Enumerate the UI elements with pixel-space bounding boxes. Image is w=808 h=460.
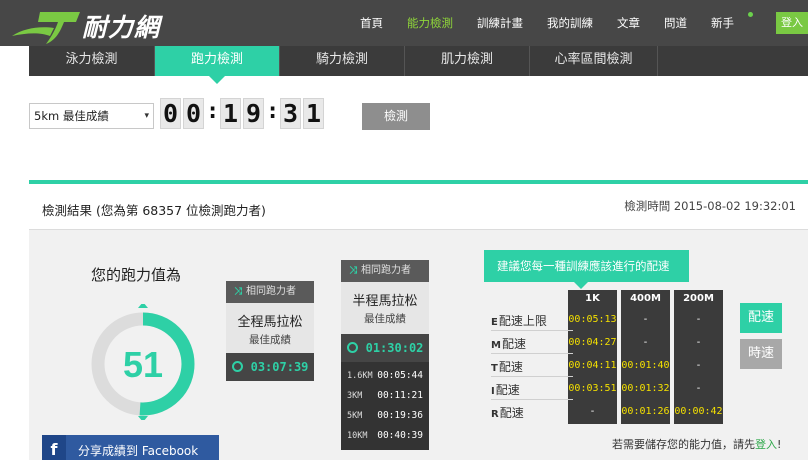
login-button[interactable]: 登入 xyxy=(776,12,808,34)
score-title: 您的跑力值為 xyxy=(91,266,182,284)
nav-item-0[interactable]: 首頁 xyxy=(360,0,383,46)
pace-cell: - xyxy=(642,314,649,325)
row-divider xyxy=(491,399,573,400)
nav-item-1[interactable]: 能力檢測 xyxy=(407,0,453,46)
pace-cell: 00:05:13 xyxy=(568,314,617,325)
pace-cell: - xyxy=(642,337,649,348)
score-gauge: 51 xyxy=(91,304,195,420)
pace-cell: - xyxy=(695,383,702,394)
run-test-button[interactable]: 檢測 xyxy=(362,103,430,130)
stopwatch-icon xyxy=(231,361,243,372)
result-header: 檢測結果 (您為第 68357 位檢測跑力者) 檢測時間 2015-08-02 … xyxy=(29,184,808,230)
half-marathon-card: ⤨ 相同跑力者 半程馬拉松 最佳成績 01:30:02 1.6KM 00:05:44… xyxy=(341,260,429,450)
card-body: 全程馬拉松 最佳成績 xyxy=(226,303,314,353)
hour-ones-digit[interactable]: 0 xyxy=(183,98,204,129)
card-finish-time: 01:30:02 xyxy=(341,334,429,362)
split-times: 1.6KM 00:05:44 3KM 00:11:21 5KM 00:19:36 10… xyxy=(341,362,429,450)
distance-select-value: 5km 最佳成績 xyxy=(34,109,109,123)
pace-advice-banner: 建議您每一種訓練應該進行的配速 xyxy=(484,250,689,289)
tab-heart-rate-test[interactable]: 心率區間檢測 xyxy=(530,46,658,76)
pace-cell: - xyxy=(695,337,702,348)
nav-item-6[interactable]: 新手 xyxy=(711,0,734,46)
minute-ones-digit[interactable]: 9 xyxy=(243,98,264,129)
unit-pace-button[interactable]: 配速 xyxy=(740,303,782,333)
pace-cell: 00:01:40 xyxy=(621,360,670,371)
score-value: 51 xyxy=(123,344,163,385)
share-facebook-button[interactable]: f 分享成績到 Facebook xyxy=(42,435,219,460)
pace-cell: 00:01:32 xyxy=(621,383,670,394)
tab-swim-test[interactable]: 泳力檢測 xyxy=(29,46,155,76)
pace-cell: 00:04:11 xyxy=(568,360,617,371)
caret-down-icon: ▾ xyxy=(144,111,149,121)
split-row: 3KM 00:11:21 xyxy=(347,390,423,401)
nav-item-5[interactable]: 問道 xyxy=(664,0,687,46)
main-nav: 首頁 能力檢測 訓練計畫 我的訓練 文章 問道 新手 xyxy=(360,0,758,46)
pace-col-1k: 1K xyxy=(568,290,617,308)
hour-tens-digit[interactable]: 0 xyxy=(160,98,181,129)
nav-item-3[interactable]: 我的訓練 xyxy=(547,0,593,46)
login-link[interactable]: 登入 xyxy=(755,438,777,451)
notification-dot-icon xyxy=(748,12,753,17)
shuffle-icon: ⤨ xyxy=(234,286,242,297)
pace-cell: - xyxy=(589,406,596,417)
stopwatch-icon xyxy=(346,342,358,353)
pace-cell: 00:04:27 xyxy=(568,337,617,348)
time-separator: : xyxy=(206,99,220,124)
pace-row-label: I配速 xyxy=(491,383,520,397)
save-note: 若需要儲存您的能力值，請先登入! xyxy=(612,438,782,451)
pace-cell: - xyxy=(695,314,702,325)
result-title: 檢測結果 (您為第 68357 位檢測跑力者) xyxy=(42,203,266,218)
pace-col-200m: 200M xyxy=(674,290,723,308)
card-header: ⤨ 相同跑力者 xyxy=(341,260,429,282)
nav-item-2[interactable]: 訓練計畫 xyxy=(477,0,523,46)
row-divider xyxy=(491,376,573,377)
pace-row-label: R配速 xyxy=(491,406,524,420)
card-header: ⤨ 相同跑力者 xyxy=(226,281,314,303)
pace-cell: 00:00:42 xyxy=(674,406,723,417)
card-body: 半程馬拉松 最佳成績 xyxy=(341,282,429,334)
tab-strength-test[interactable]: 肌力檢測 xyxy=(405,46,530,76)
pace-row-label: E配速上限 xyxy=(491,314,547,328)
card-race-sub: 最佳成績 xyxy=(364,313,406,325)
gauge-top-arrow-icon xyxy=(138,304,148,308)
nav-item-4[interactable]: 文章 xyxy=(617,0,640,46)
time-separator: : xyxy=(266,99,280,124)
pace-row-label: M配速 xyxy=(491,337,526,351)
result-panel: 檢測結果 (您為第 68357 位檢測跑力者) 檢測時間 2015-08-02 … xyxy=(29,180,808,460)
facebook-icon: f xyxy=(42,435,66,460)
card-race-name: 半程馬拉松 xyxy=(352,294,418,309)
card-race-sub: 最佳成績 xyxy=(249,334,291,346)
tab-bike-test[interactable]: 騎力檢測 xyxy=(280,46,405,76)
tab-run-test[interactable]: 跑力檢測 xyxy=(155,46,280,84)
logo-text[interactable]: 耐力網 xyxy=(82,8,160,44)
share-label: 分享成績到 Facebook xyxy=(78,444,199,458)
second-tens-digit[interactable]: 3 xyxy=(280,98,301,129)
top-navbar: 耐力網 首頁 能力檢測 訓練計畫 我的訓練 文章 問道 新手 登入 xyxy=(0,0,808,46)
pace-col-400m: 400M xyxy=(621,290,670,308)
shuffle-icon: ⤨ xyxy=(349,265,357,276)
split-row: 5KM 00:19:36 xyxy=(347,410,423,421)
gauge-bottom-arrow-icon xyxy=(138,416,148,420)
distance-select[interactable]: 5km 最佳成績 ▾ xyxy=(29,103,154,129)
split-row: 10KM 00:40:39 xyxy=(347,430,423,441)
pace-cell: 00:03:51 xyxy=(568,383,617,394)
full-marathon-card: ⤨ 相同跑力者 全程馬拉松 最佳成績 03:07:39 xyxy=(226,281,314,381)
row-divider xyxy=(491,330,573,331)
unit-speed-button[interactable]: 時速 xyxy=(740,339,782,369)
split-row: 1.6KM 00:05:44 xyxy=(347,370,423,381)
second-ones-digit[interactable]: 1 xyxy=(303,98,324,129)
pace-row-label: T配速 xyxy=(491,360,523,374)
row-divider xyxy=(491,353,573,354)
minute-tens-digit[interactable]: 1 xyxy=(220,98,241,129)
card-race-name: 全程馬拉松 xyxy=(237,315,303,330)
test-timestamp: 檢測時間 2015-08-02 19:32:01 xyxy=(624,199,796,213)
pace-cell: 00:01:26 xyxy=(621,406,670,417)
card-finish-time: 03:07:39 xyxy=(226,353,314,381)
pace-cell: - xyxy=(695,360,702,371)
test-type-tabs: 泳力檢測 跑力檢測 騎力檢測 肌力檢測 心率區間檢測 xyxy=(29,46,808,84)
